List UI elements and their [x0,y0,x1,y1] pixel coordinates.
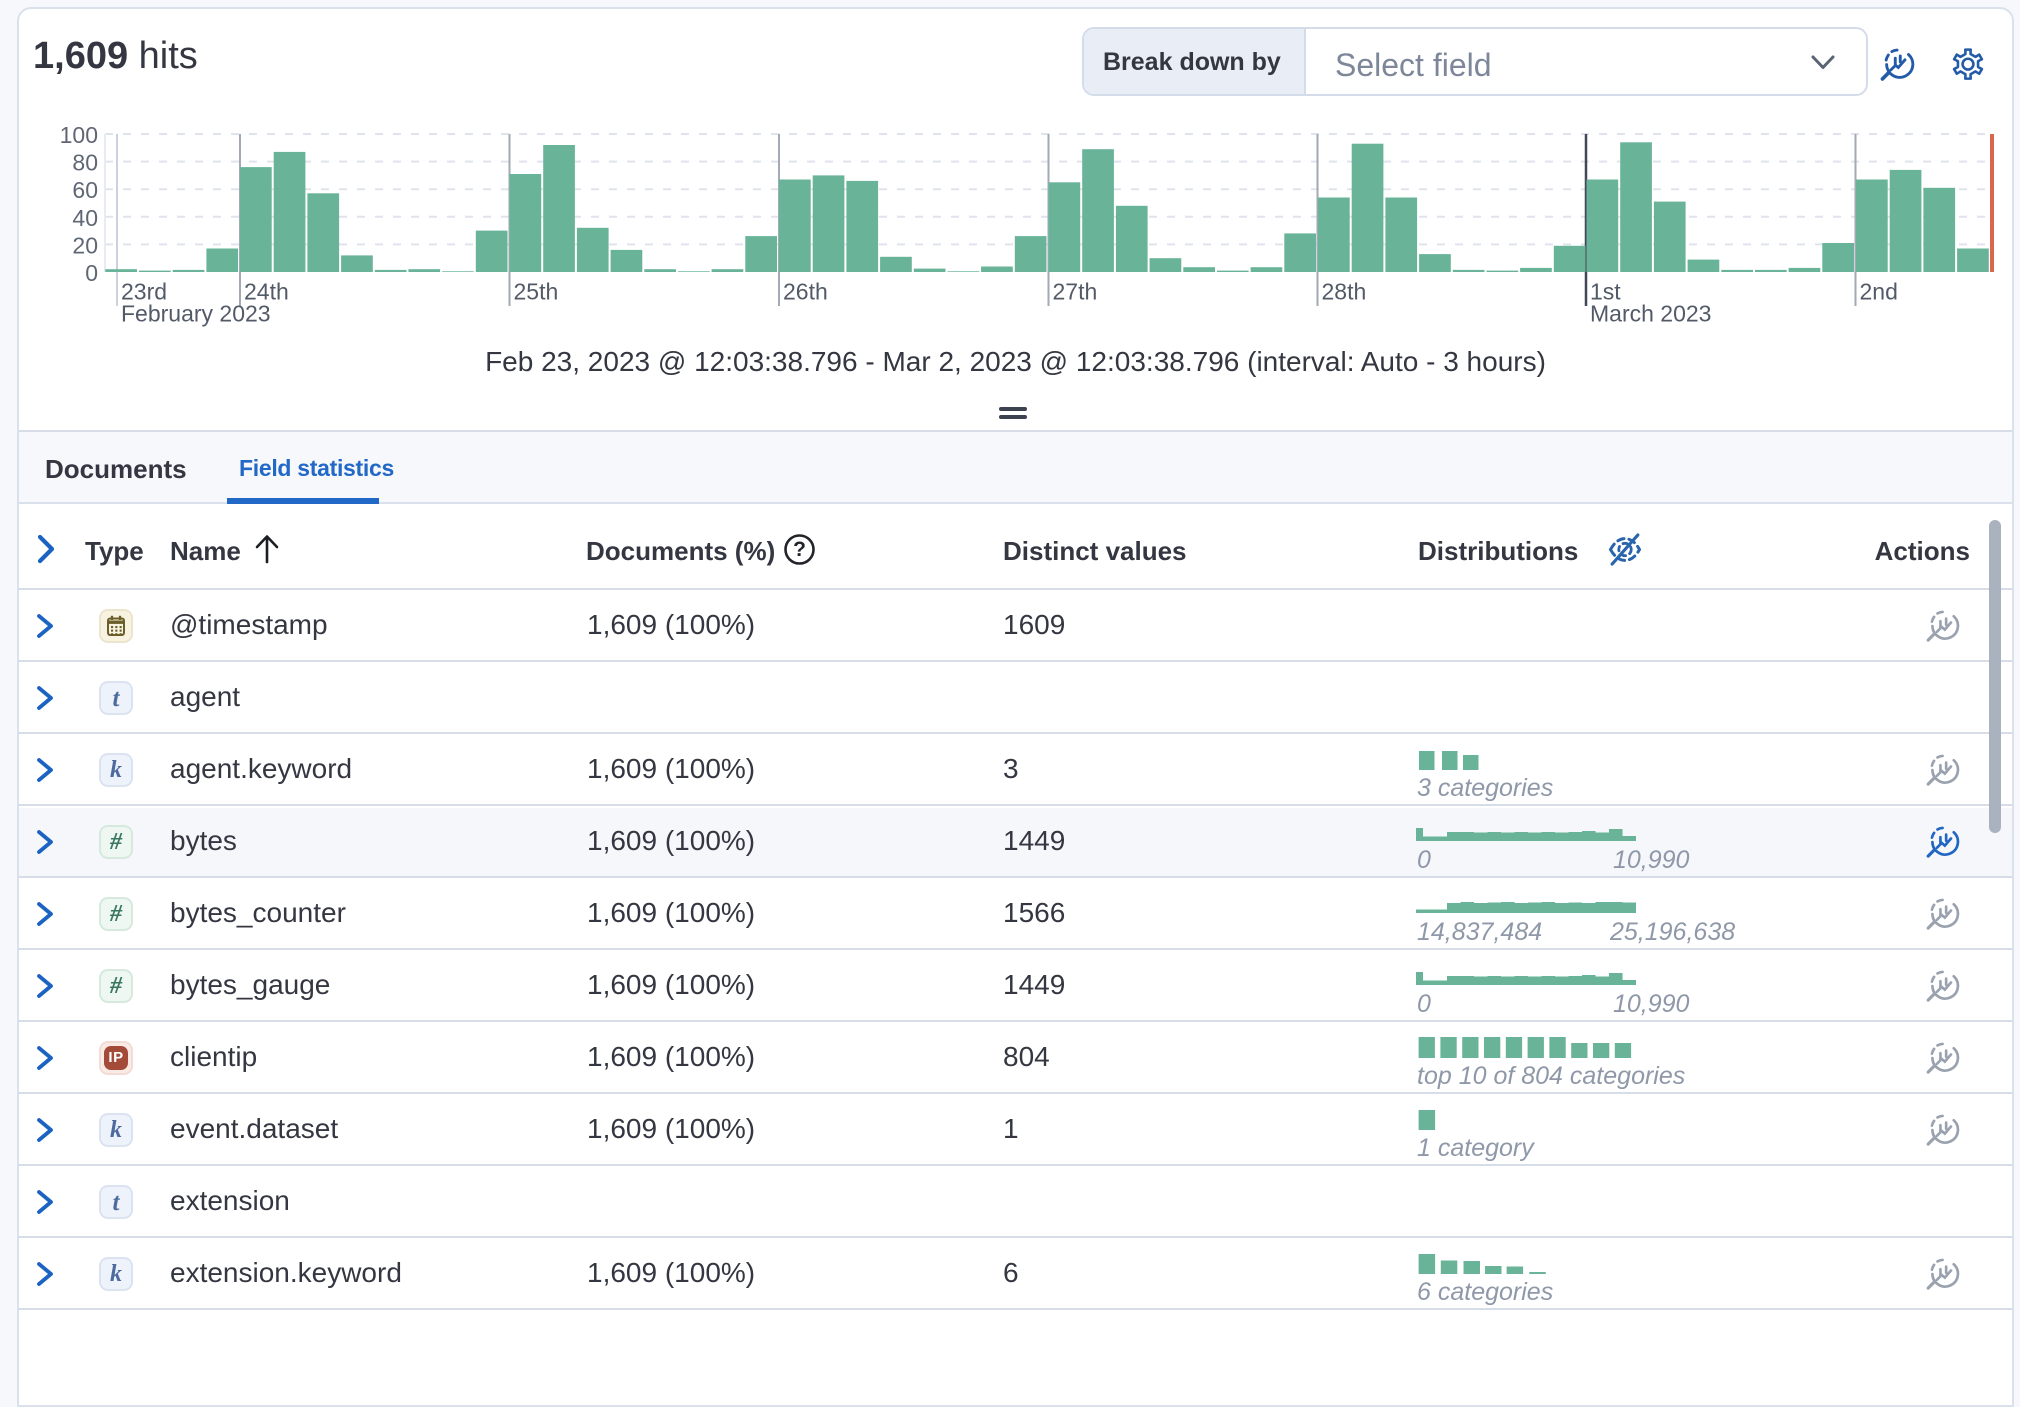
svg-text:26th: 26th [783,279,828,305]
svg-text:0: 0 [85,260,98,286]
svg-text:20: 20 [72,232,98,258]
svg-text:40: 40 [72,205,98,231]
svg-text:100: 100 [60,122,98,148]
svg-text:28th: 28th [1322,279,1367,305]
svg-text:?: ? [793,538,806,561]
svg-text:27th: 27th [1053,279,1098,305]
svg-text:25th: 25th [514,279,559,305]
svg-text:80: 80 [72,150,98,176]
svg-text:February 2023: February 2023 [121,301,271,327]
svg-text:March 2023: March 2023 [1590,301,1711,327]
svg-text:60: 60 [72,177,98,203]
svg-text:2nd: 2nd [1860,279,1898,305]
svg-text:24th: 24th [244,279,289,305]
